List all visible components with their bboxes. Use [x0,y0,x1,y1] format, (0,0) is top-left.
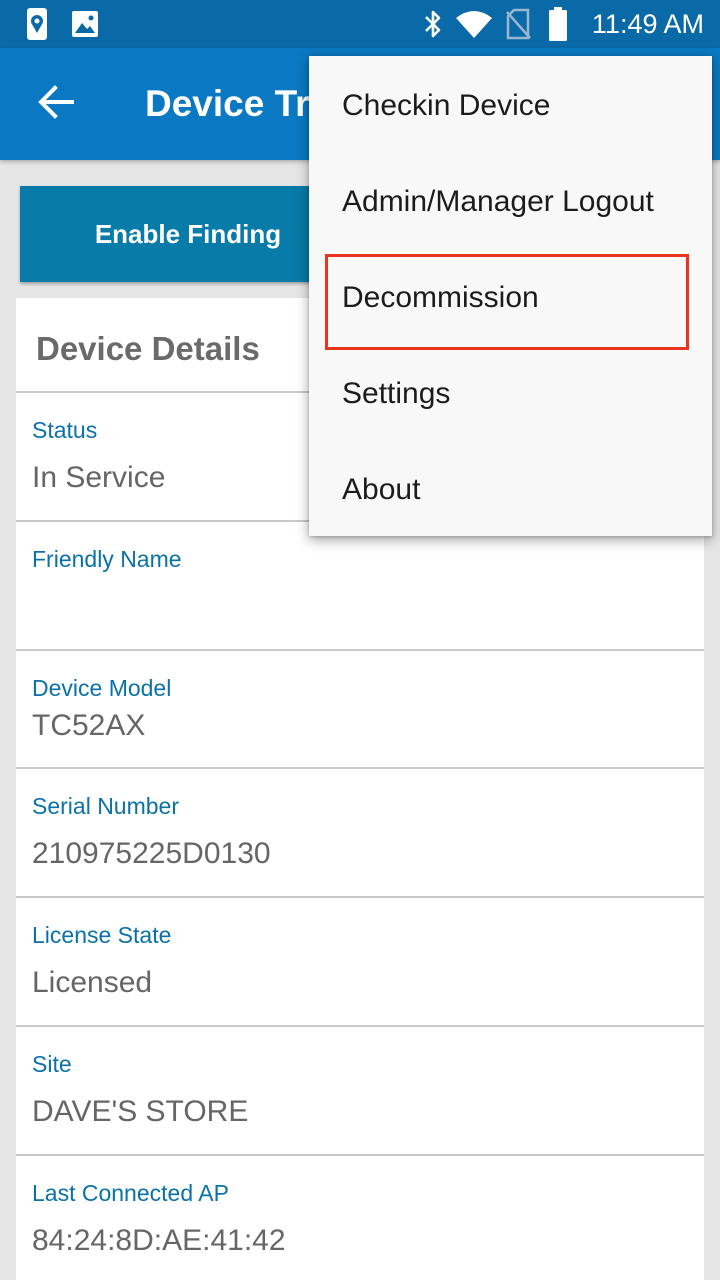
detail-label: Device Model [32,675,172,701]
enable-finding-button[interactable]: Enable Finding [20,186,356,282]
bluetooth-icon [420,0,446,48]
detail-row-last-connected-ap: Last Connected AP 84:24:8D:AE:41:42 [16,1154,704,1280]
back-button[interactable] [22,76,90,132]
decommission-highlight-box [325,254,689,350]
status-bar: 11:49 AM [0,0,720,48]
detail-value: TC52AX [32,709,146,742]
detail-label: License State [32,922,172,948]
detail-value: 84:24:8D:AE:41:42 [32,1224,286,1257]
detail-value: In Service [32,461,166,494]
detail-label: Serial Number [32,793,179,819]
status-time: 11:49 AM [591,9,704,39]
detail-row-device-model: Device Model TC52AX [16,649,704,767]
detail-row-license-state: License State Licensed [16,896,704,1025]
image-icon [70,0,100,48]
detail-label: Status [32,417,98,443]
battery-icon [546,0,570,48]
location-phone-icon [22,0,52,48]
menu-item-admin-manager-logout[interactable]: Admin/Manager Logout [309,154,712,250]
detail-row-serial-number: Serial Number 210975225D0130 [16,767,704,896]
detail-value: 210975225D0130 [32,837,271,870]
detail-label: Site [32,1051,72,1077]
detail-value: Licensed [32,966,153,999]
detail-label: Last Connected AP [32,1180,229,1206]
overflow-menu: Checkin Device Admin/Manager Logout Deco… [309,56,712,536]
detail-row-site: Site DAVE'S STORE [16,1025,704,1154]
card-title: Device Details [36,330,260,367]
menu-item-about[interactable]: About [309,442,712,538]
menu-item-checkin-device[interactable]: Checkin Device [309,58,712,154]
menu-item-settings[interactable]: Settings [309,346,712,442]
wifi-icon [454,0,494,48]
detail-label: Friendly Name [32,546,182,572]
arrow-left-icon [38,84,74,124]
detail-row-friendly-name: Friendly Name [16,520,704,649]
no-sim-icon [504,0,532,48]
page-title: Device Tr [145,83,310,124]
detail-value: DAVE'S STORE [32,1095,249,1128]
